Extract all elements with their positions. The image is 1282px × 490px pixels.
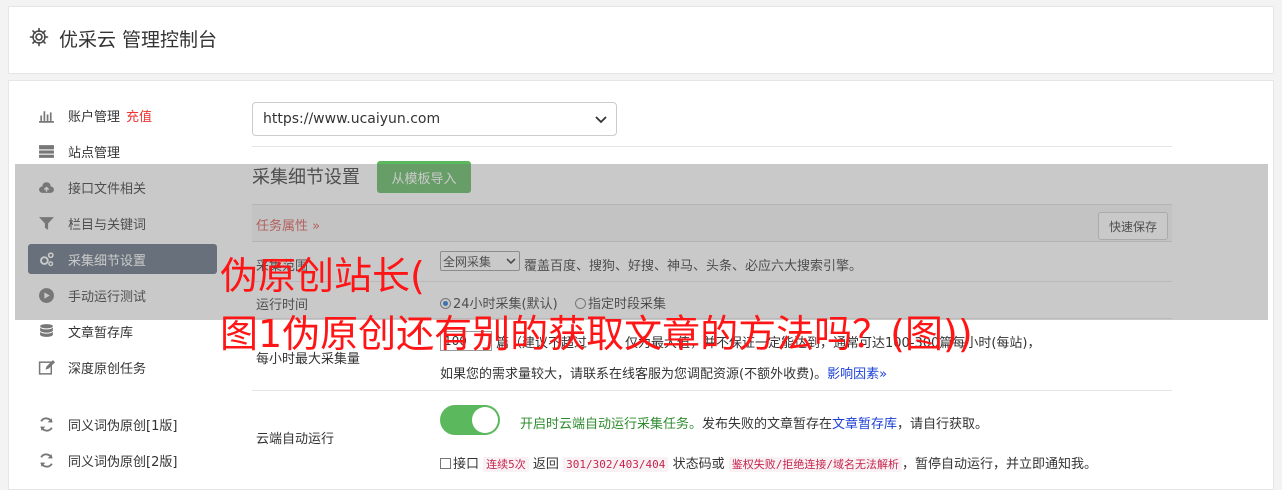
database-icon xyxy=(40,323,53,337)
sidebar-item-deep-original[interactable]: 深度原创任务 xyxy=(28,352,217,382)
header-bar: 优采云 管理控制台 xyxy=(8,6,1274,74)
divider xyxy=(252,146,1172,147)
sidebar-item-synonym-v1[interactable]: 同义词伪原创[1版] xyxy=(28,409,217,439)
sidebar-item-label: 文章暂存库 xyxy=(68,325,134,341)
sidebar-item-label: 账户管理 xyxy=(68,109,121,125)
watermark-line-1: 伪原创站长( xyxy=(220,254,425,298)
gear-icon xyxy=(29,27,49,47)
sidebar-item-label: 站点管理 xyxy=(68,145,121,161)
cloud-auto-label: 云端自动运行 xyxy=(256,432,335,447)
sidebar-item-synonym-v2[interactable]: 同义词伪原创[2版] xyxy=(28,445,217,475)
cloud-auto-toggle[interactable] xyxy=(440,405,500,435)
recharge-link[interactable]: 充值 xyxy=(126,106,152,125)
bar-chart-icon xyxy=(39,110,54,123)
sidebar-item-account[interactable]: 账户管理 充值 xyxy=(28,100,217,130)
pause-checkbox[interactable] xyxy=(440,458,451,469)
sidebar-item-label: 同义词伪原创[2版] xyxy=(68,454,178,470)
sidebar-item-article-store[interactable]: 文章暂存库 xyxy=(28,316,217,346)
refresh-icon xyxy=(40,452,53,468)
site-select[interactable]: https://www.ucaiyun.com xyxy=(252,102,617,136)
sidebar-item-sites[interactable]: 站点管理 xyxy=(28,136,217,166)
sidebar-item-label: 同义词伪原创[1版] xyxy=(68,418,178,434)
influence-factors-link[interactable]: 影响因素 xyxy=(827,367,879,382)
toggle-knob xyxy=(472,407,498,433)
sidebar-item-label: 深度原创任务 xyxy=(68,361,147,377)
watermark-line-2: 图1伪原创还有别的获取文章的方法吗？(图)) xyxy=(220,312,973,356)
article-store-link[interactable]: 文章暂存库 xyxy=(832,417,897,432)
chevron-down-icon xyxy=(595,116,607,124)
site-select-value: https://www.ucaiyun.com xyxy=(263,111,441,127)
refresh-icon xyxy=(40,416,53,432)
edit-icon xyxy=(38,359,55,375)
server-icon xyxy=(39,144,54,158)
cloud-auto-description: 开启时云端自动运行采集任务。发布失败的文章暂存在文章暂存库，请自行获取。 xyxy=(520,417,989,432)
pause-on-error-option: 接口 连续5次 返回 301/302/403/404 状态码或 鉴权失败/拒绝连… xyxy=(440,453,1097,472)
gray-overlay xyxy=(15,164,1268,320)
row-divider xyxy=(252,390,1172,391)
max-per-hour-note-line2: 如果您的需求量较大，请联系在线客服为您调配资源(不额外收费)。影响因素» xyxy=(440,367,888,382)
double-chevron-down-icon: » xyxy=(879,367,888,382)
page-title: 优采云 管理控制台 xyxy=(59,29,218,51)
